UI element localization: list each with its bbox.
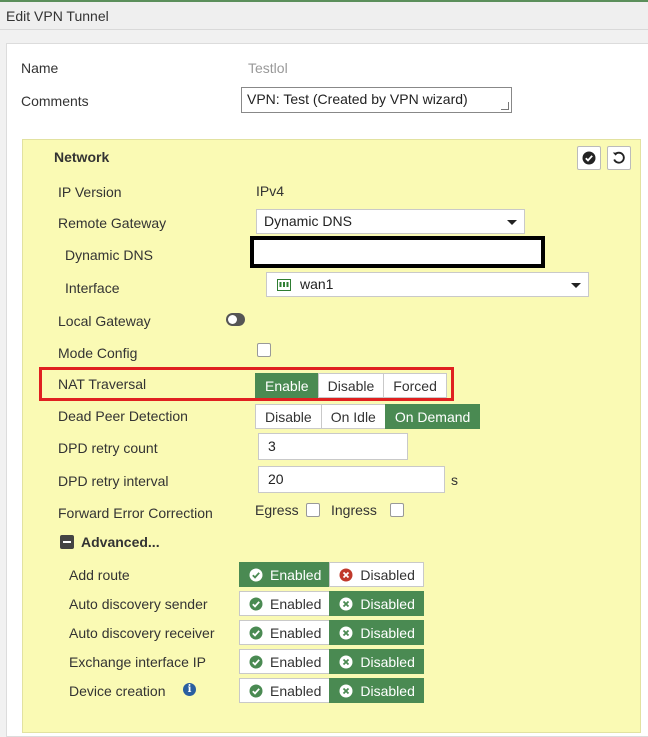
disabled-option-label: Disabled — [360, 624, 415, 641]
interface-select[interactable]: wan1 — [266, 272, 589, 297]
check-circle-icon — [249, 684, 263, 697]
dpd-options: Disable On Idle On Demand — [255, 404, 481, 429]
enabled-option[interactable]: Enabled — [239, 620, 331, 645]
enabled-option-label: Enabled — [270, 566, 322, 583]
remote-gateway-select[interactable]: Dynamic DNS — [256, 209, 525, 234]
advanced-title[interactable]: Advanced... — [81, 534, 160, 550]
x-circle-icon — [339, 597, 353, 610]
dpd-retry-interval-input[interactable]: 20 — [258, 466, 445, 493]
dpd-retry-interval-unit: s — [451, 472, 458, 488]
enabled-option-label: Enabled — [270, 595, 322, 612]
ip-version-label: IP Version — [58, 184, 122, 200]
interface-label: Interface — [65, 280, 120, 296]
fec-ingress-checkbox[interactable] — [390, 503, 404, 517]
disabled-option[interactable]: Disabled — [329, 591, 424, 616]
nat-traversal-highlight — [39, 367, 454, 401]
dynamic-dns-input[interactable] — [250, 236, 545, 268]
comments-textarea[interactable]: VPN: Test (Created by VPN wizard) — [241, 87, 512, 113]
local-gateway-label: Local Gateway — [58, 313, 151, 329]
disabled-option-label: Disabled — [360, 595, 415, 612]
collapse-minus-icon[interactable] — [60, 535, 74, 549]
window-title: Edit VPN Tunnel — [6, 8, 109, 24]
network-title: Network — [54, 149, 110, 165]
fec-label: Forward Error Correction — [58, 505, 213, 521]
chevron-down-icon — [507, 220, 517, 225]
info-icon[interactable]: i — [183, 683, 196, 696]
dynamic-dns-label: Dynamic DNS — [65, 247, 153, 263]
resize-handle-icon[interactable] — [501, 102, 509, 110]
fec-egress-label: Egress — [255, 502, 299, 518]
x-circle-icon — [339, 655, 353, 668]
dpd-retry-count-value: 3 — [268, 438, 276, 454]
disabled-option-label: Disabled — [360, 566, 415, 583]
dpd-label: Dead Peer Detection — [58, 408, 188, 424]
enabled-option-label: Enabled — [270, 624, 322, 641]
check-circle-icon — [249, 655, 263, 668]
disabled-option[interactable]: Disabled — [329, 649, 424, 674]
disabled-option[interactable]: Disabled — [329, 678, 424, 703]
x-circle-icon — [339, 684, 353, 697]
mode-config-checkbox[interactable] — [257, 343, 271, 357]
dpd-option-on-idle[interactable]: On Idle — [320, 404, 386, 429]
advanced-row-toggle: Enabled Disabled — [239, 620, 424, 645]
advanced-row-label: Device creation — [69, 683, 166, 699]
check-circle-icon — [582, 151, 596, 165]
x-circle-icon — [339, 626, 353, 639]
network-port-icon — [277, 279, 291, 291]
fec-ingress-label: Ingress — [331, 502, 377, 518]
advanced-row-label: Auto discovery receiver — [69, 625, 215, 641]
mode-config-label: Mode Config — [58, 345, 138, 361]
advanced-row-label: Add route — [69, 567, 130, 583]
name-value: Testlol — [248, 60, 288, 76]
enabled-option-label: Enabled — [270, 653, 322, 670]
enabled-option[interactable]: Enabled — [239, 591, 331, 616]
enabled-option-label: Enabled — [270, 682, 322, 699]
apply-button[interactable] — [577, 146, 601, 170]
dpd-retry-count-label: DPD retry count — [58, 440, 158, 456]
remote-gateway-label: Remote Gateway — [58, 215, 167, 231]
enabled-option[interactable]: Enabled — [239, 649, 331, 674]
check-circle-icon — [249, 626, 263, 639]
title-bar: Edit VPN Tunnel — [0, 0, 648, 30]
advanced-row-toggle: Enabled Disabled — [239, 562, 424, 587]
check-circle-icon — [249, 597, 263, 610]
disabled-option-label: Disabled — [360, 682, 415, 699]
dpd-retry-count-input[interactable]: 3 — [258, 433, 408, 460]
disabled-option[interactable]: Disabled — [329, 562, 424, 587]
dpd-option-on-demand[interactable]: On Demand — [384, 404, 481, 429]
advanced-row-toggle: Enabled Disabled — [239, 649, 424, 674]
interface-selected: wan1 — [300, 276, 334, 292]
advanced-row-label: Auto discovery sender — [69, 596, 208, 612]
dpd-retry-interval-label: DPD retry interval — [58, 473, 169, 489]
dpd-option-disable[interactable]: Disable — [255, 404, 322, 429]
enabled-option[interactable]: Enabled — [239, 678, 331, 703]
disabled-option-label: Disabled — [360, 653, 415, 670]
advanced-row-toggle: Enabled Disabled — [239, 591, 424, 616]
x-circle-icon — [339, 568, 353, 581]
revert-button[interactable] — [607, 146, 631, 170]
local-gateway-toggle[interactable] — [226, 313, 245, 326]
undo-icon — [612, 151, 625, 164]
comments-label: Comments — [21, 93, 89, 109]
chevron-down-icon — [571, 283, 581, 288]
enabled-option[interactable]: Enabled — [239, 562, 331, 587]
ip-version-value: IPv4 — [256, 183, 285, 199]
name-label: Name — [21, 60, 59, 76]
fec-egress-checkbox[interactable] — [306, 503, 320, 517]
dpd-retry-interval-value: 20 — [268, 471, 284, 487]
disabled-option[interactable]: Disabled — [329, 620, 424, 645]
comments-text: VPN: Test (Created by VPN wizard) — [247, 91, 468, 107]
advanced-row-toggle: Enabled Disabled — [239, 678, 424, 703]
remote-gateway-selected: Dynamic DNS — [264, 213, 352, 229]
advanced-row-label: Exchange interface IP — [69, 654, 206, 670]
check-circle-icon — [249, 568, 263, 581]
